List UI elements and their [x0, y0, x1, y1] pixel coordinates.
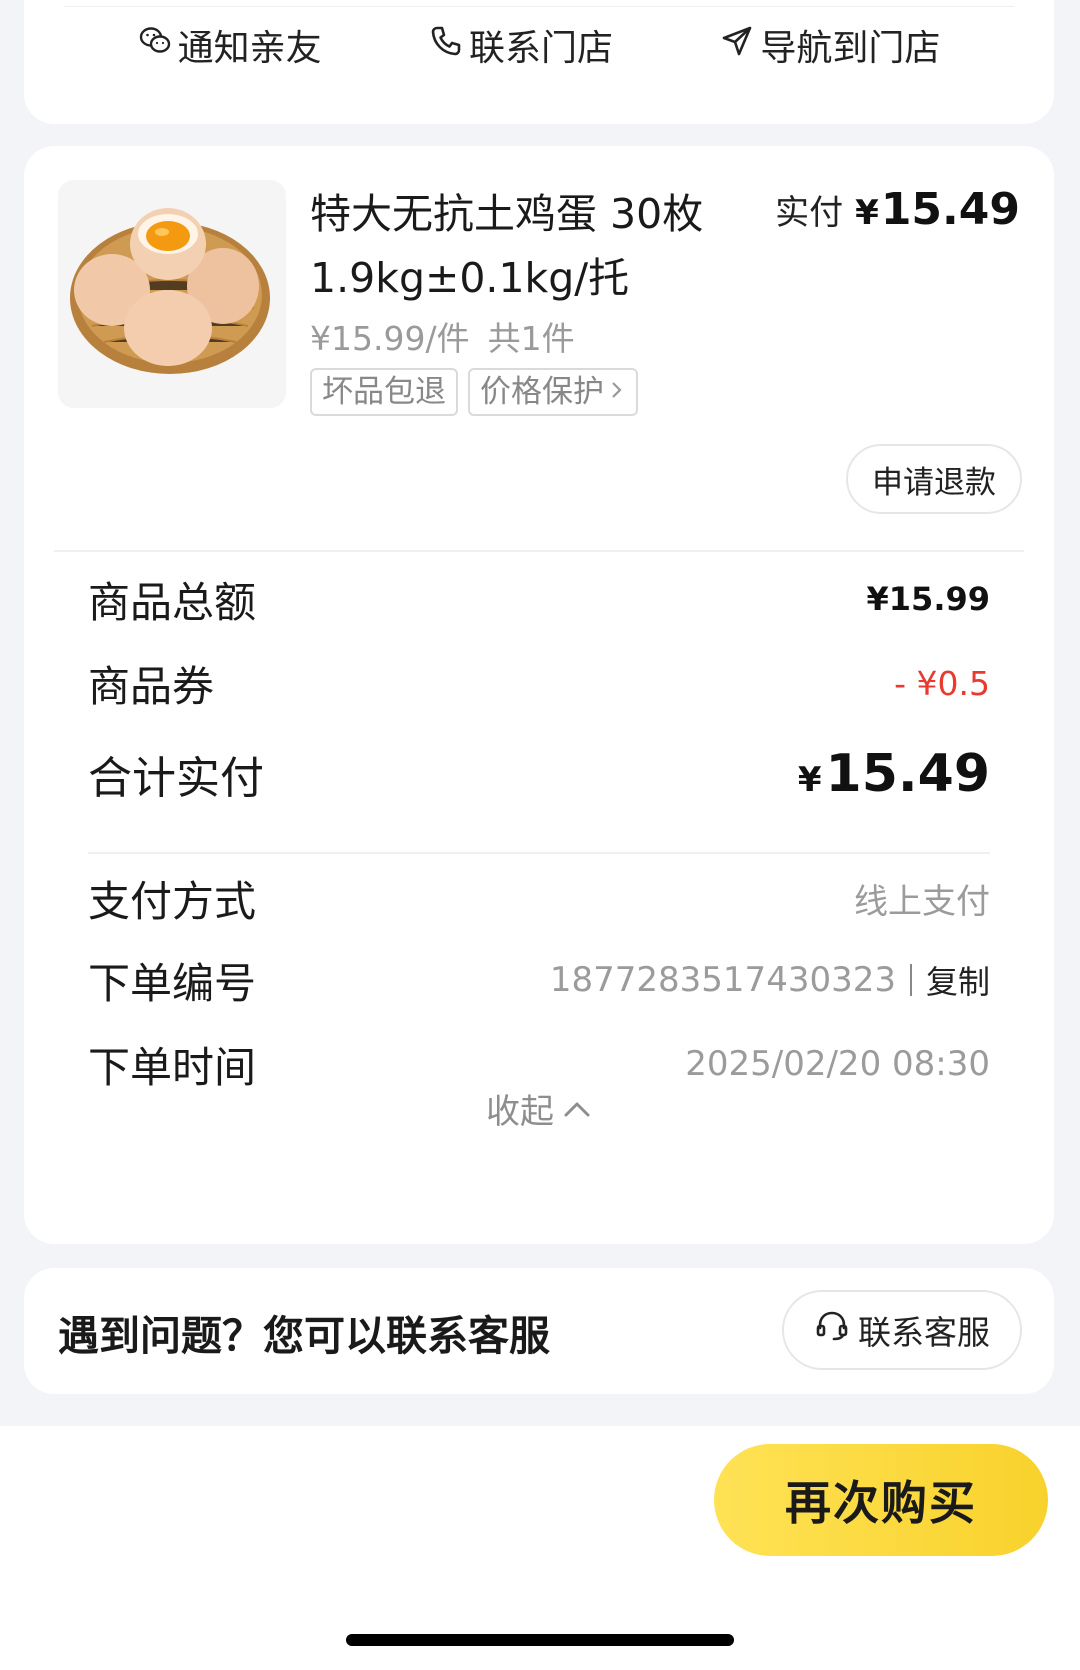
order-detail-page: 通知亲友 联系门店 导航到门店 特大无抗土鸡蛋 30枚 1.9kg±0.1kg/…: [0, 0, 1080, 1670]
payment-method-label: 支付方式: [88, 876, 257, 926]
notify-friends-button[interactable]: 通知亲友: [138, 19, 322, 71]
contact-store-label: 联系门店: [468, 28, 613, 69]
total-paid-row: 合计实付 ¥15.49: [88, 734, 990, 814]
divider: [64, 6, 1014, 7]
customer-service-card: 遇到问题？您可以联系客服 联系客服: [24, 1268, 1054, 1394]
navigate-to-store-button[interactable]: 导航到门店: [720, 19, 940, 71]
apply-refund-button[interactable]: 申请退款: [846, 444, 1022, 514]
copy-button[interactable]: 复制: [926, 957, 990, 1003]
buy-again-button[interactable]: 再次购买: [714, 1444, 1048, 1556]
tag-label: 坏品包退: [322, 374, 446, 410]
item-count: 共1件: [487, 319, 575, 358]
store-actions-card: 通知亲友 联系门店 导航到门店: [24, 0, 1054, 124]
paid-currency: ¥: [855, 193, 879, 233]
chevron-up-icon: [562, 1088, 592, 1128]
total-paid-label: 合计实付: [88, 753, 264, 804]
phone-icon: [429, 24, 463, 67]
collapse-label: 收起: [486, 1091, 554, 1132]
contact-customer-service-button[interactable]: 联系客服: [782, 1290, 1022, 1370]
payment-method-row: 支付方式 线上支付: [88, 860, 990, 936]
divider: [54, 550, 1024, 552]
total-paid-amount: 15.49: [825, 744, 990, 804]
tag-label: 价格保护: [480, 374, 604, 410]
collapse-button[interactable]: 收起: [24, 1078, 1054, 1138]
divider: [88, 852, 990, 854]
headset-icon: [814, 1308, 850, 1352]
unit-price-row: ¥15.99/件 共1件: [310, 312, 575, 360]
total-paid-currency: ¥: [797, 760, 822, 800]
help-prompt: 遇到问题？您可以联系客服: [58, 1312, 550, 1360]
order-number-group: 1877283517430323 复制: [550, 957, 990, 1003]
actions-row: 通知亲友 联系门店 导航到门店: [24, 10, 1054, 80]
order-number-label: 下单编号: [88, 958, 257, 1008]
contact-customer-service-label: 联系客服: [858, 1313, 990, 1352]
payment-method-value: 线上支付: [854, 881, 990, 922]
order-number-value: 1877283517430323: [549, 960, 896, 1000]
divider: [909, 964, 912, 996]
paid-amount-group: 实付 ¥15.49: [775, 184, 1020, 235]
paid-label: 实付: [775, 193, 844, 233]
paid-amount: ¥15.49: [855, 184, 1020, 235]
service-tags: 坏品包退 价格保护: [310, 368, 638, 416]
egg-basket-image: [58, 180, 286, 408]
total-paid-value: ¥15.49: [798, 744, 990, 804]
tag-damage-refund: 坏品包退: [310, 368, 458, 416]
goods-total-row: 商品总额 ¥15.99: [88, 564, 990, 634]
paid-amount-value: 15.49: [880, 184, 1020, 235]
navigation-icon: [720, 24, 754, 67]
wechat-icon: [138, 24, 172, 67]
product-title[interactable]: 特大无抗土鸡蛋 30枚 1.9kg±0.1kg/托: [310, 182, 730, 310]
goods-total-label: 商品总额: [88, 577, 257, 627]
unit-price: ¥15.99/件: [310, 319, 470, 358]
tag-price-protection[interactable]: 价格保护: [468, 368, 638, 416]
notify-friends-label: 通知亲友: [177, 28, 322, 69]
product-image[interactable]: [58, 180, 286, 408]
order-number-row: 下单编号 1877283517430323 复制: [88, 942, 990, 1018]
contact-store-button[interactable]: 联系门店: [429, 19, 613, 71]
chevron-right-icon: [608, 370, 626, 414]
coupon-value: - ¥0.5: [894, 663, 990, 703]
coupon-label: 商品券: [88, 661, 215, 711]
goods-total-value: ¥15.99: [866, 580, 990, 618]
navigate-to-store-label: 导航到门店: [760, 28, 941, 69]
bottom-action-bar: 再次购买: [0, 1426, 1080, 1670]
home-indicator: [346, 1634, 734, 1646]
coupon-row: 商品券 - ¥0.5: [88, 648, 990, 718]
order-product-card: 特大无抗土鸡蛋 30枚 1.9kg±0.1kg/托 实付 ¥15.49 ¥15.…: [24, 146, 1054, 1244]
